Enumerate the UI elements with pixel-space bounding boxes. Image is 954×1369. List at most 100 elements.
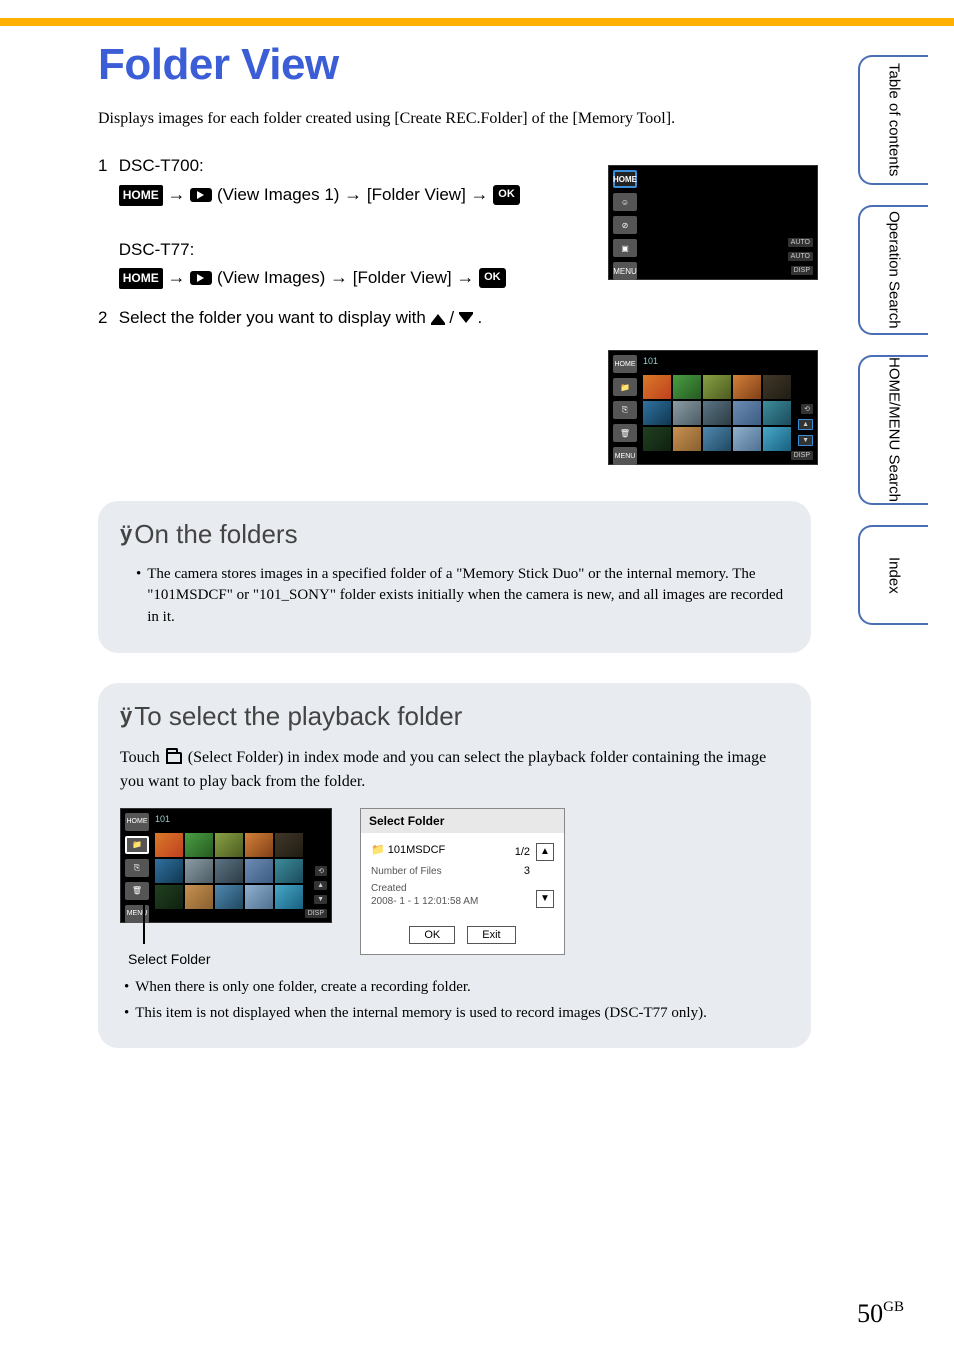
- screen-smile-icon: ☺: [613, 193, 637, 211]
- tab-table-of-contents[interactable]: Table of contents: [858, 55, 928, 185]
- dialog-files-row: Number of Files 3: [371, 865, 554, 878]
- folder-name-text: 101MSDCF: [388, 844, 445, 856]
- thumbnail: [673, 427, 701, 451]
- thumbnail: [763, 401, 791, 425]
- screen-off-icon: ⊘: [613, 216, 637, 234]
- tip-intro-a: Touch: [120, 749, 164, 766]
- tip-title: ÿ On the folders: [120, 519, 789, 550]
- screen-disp-label: DISP: [791, 451, 813, 460]
- hint-icon: ÿ: [120, 703, 132, 729]
- thumbnail: [155, 885, 183, 909]
- down-button[interactable]: ▼: [536, 890, 554, 908]
- home-icon: HOME: [119, 268, 163, 289]
- screen-disp-label: DISP: [791, 266, 813, 275]
- camera-screen-folder-index: 101 HOME 📁 ⎘ 🗑 MENU ⟲ ▲ ▼ DISP: [608, 350, 818, 465]
- copy-icon: ⎘: [613, 401, 637, 419]
- figure-index-screen: 101 HOME 📁 ⎘ 🗑 MENU ⟲: [120, 808, 332, 967]
- view-images-icon: [190, 188, 212, 202]
- screen-home-button: HOME: [613, 355, 637, 373]
- tab-index[interactable]: Index: [858, 525, 928, 625]
- dialog-folder-name: 📁 101MSDCF: [371, 843, 445, 861]
- up-button[interactable]: ▲: [536, 843, 554, 861]
- files-value: 3: [524, 865, 530, 877]
- bullet-text: The camera stores images in a specified …: [147, 564, 789, 629]
- thumbnail: [215, 859, 243, 883]
- page-number-suffix: GB: [883, 1299, 904, 1315]
- bullet-icon: •: [124, 1003, 129, 1025]
- thumbnail: [733, 401, 761, 425]
- page-indicator: 1/2: [515, 846, 530, 858]
- thumbnail: [643, 401, 671, 425]
- view-images-label: (View Images 1): [217, 185, 344, 204]
- thumbnail: [185, 885, 213, 909]
- thumbnail: [643, 375, 671, 399]
- screen-menu-button: MENU: [613, 447, 637, 465]
- files-label: Number of Files: [371, 865, 442, 878]
- screen-auto-label: AUTO: [788, 238, 813, 247]
- model-label: DSC-T700:: [119, 156, 204, 175]
- thumbnail: [215, 885, 243, 909]
- screen-left-column: HOME ☺ ⊘ ▣ MENU: [613, 170, 637, 280]
- tip-select-playback-folder: ÿ To select the playback folder Touch (S…: [98, 683, 811, 1049]
- side-navigation: Table of contents Operation Search HOME/…: [858, 55, 928, 625]
- screen-auto-label: AUTO: [788, 252, 813, 261]
- select-folder-dialog: Select Folder 📁 101MSDCF 1/2 ▲ Number of…: [360, 808, 565, 955]
- page-number: 50GB: [857, 1299, 904, 1329]
- page-title: Folder View: [98, 40, 818, 90]
- step-list: 1 DSC-T700: HOME → (View Images 1) → [Fo…: [98, 152, 598, 330]
- thumbnail: [643, 427, 671, 451]
- top-accent-bar: [0, 18, 954, 26]
- arrow-icon: →: [456, 267, 474, 287]
- screen-home-button: HOME: [613, 170, 637, 188]
- tip-title-text: On the folders: [134, 519, 297, 550]
- thumbnail: [275, 859, 303, 883]
- thumbnail: [185, 859, 213, 883]
- thumbnail: [673, 375, 701, 399]
- screen-menu-button: MENU: [613, 262, 637, 280]
- thumbnail: [245, 885, 273, 909]
- created-value: 2008- 1 - 1 12:01:58 AM: [371, 896, 478, 907]
- thumbnail: [703, 375, 731, 399]
- nav-up-icon: ▲: [798, 419, 813, 430]
- thumbnail: [703, 427, 731, 451]
- page-content: Folder View Displays images for each fol…: [98, 40, 818, 1048]
- screen-right-column: AUTO AUTO DISP: [788, 238, 813, 275]
- nav-down-icon: ▼: [798, 435, 813, 446]
- intro-text: Displays images for each folder created …: [98, 108, 818, 130]
- tab-home-menu-search[interactable]: HOME/MENU Search: [858, 355, 928, 505]
- screen-menu-button: MENU: [125, 905, 149, 923]
- dialog-body: 📁 101MSDCF 1/2 ▲ Number of Files 3: [361, 833, 564, 918]
- created-label: Created: [371, 883, 407, 894]
- home-icon: HOME: [119, 185, 163, 206]
- select-folder-button: 📁: [125, 836, 149, 854]
- rotate-icon: ⟲: [315, 866, 327, 876]
- thumbnail: [703, 401, 731, 425]
- thumbnail: [275, 833, 303, 857]
- thumbnail: [733, 375, 761, 399]
- ok-icon: OK: [479, 268, 506, 288]
- view-images-icon: [190, 271, 212, 285]
- step-body: Select the folder you want to display wi…: [119, 304, 589, 331]
- step-number: 1: [98, 152, 114, 179]
- screen-disp-label: DISP: [305, 909, 327, 918]
- list-item: • The camera stores images in a specifie…: [136, 564, 789, 629]
- tip-title: ÿ To select the playback folder: [120, 701, 789, 732]
- view-images-label: (View Images): [217, 268, 330, 287]
- model-label: DSC-T77:: [119, 240, 195, 259]
- nav-up-icon: ▲: [314, 881, 327, 890]
- screen-left-column: HOME 📁 ⎘ 🗑 MENU: [125, 813, 149, 923]
- tip-title-text: To select the playback folder: [134, 701, 462, 732]
- arrow-icon: →: [167, 184, 185, 204]
- thumbnail-grid: [155, 833, 303, 909]
- dialog-created-row: Created 2008- 1 - 1 12:01:58 AM ▼: [371, 882, 554, 908]
- tip-on-folders: ÿ On the folders • The camera stores ima…: [98, 501, 811, 653]
- thumbnail: [763, 427, 791, 451]
- ok-button[interactable]: OK: [409, 926, 455, 944]
- thumbnail: [733, 427, 761, 451]
- ok-icon: OK: [493, 185, 520, 205]
- step-body: DSC-T700: HOME → (View Images 1) → [Fold…: [119, 152, 589, 291]
- folder-icon: [166, 752, 182, 764]
- tab-operation-search[interactable]: Operation Search: [858, 205, 928, 335]
- nav-down-icon: ▼: [314, 895, 327, 904]
- exit-button[interactable]: Exit: [467, 926, 515, 944]
